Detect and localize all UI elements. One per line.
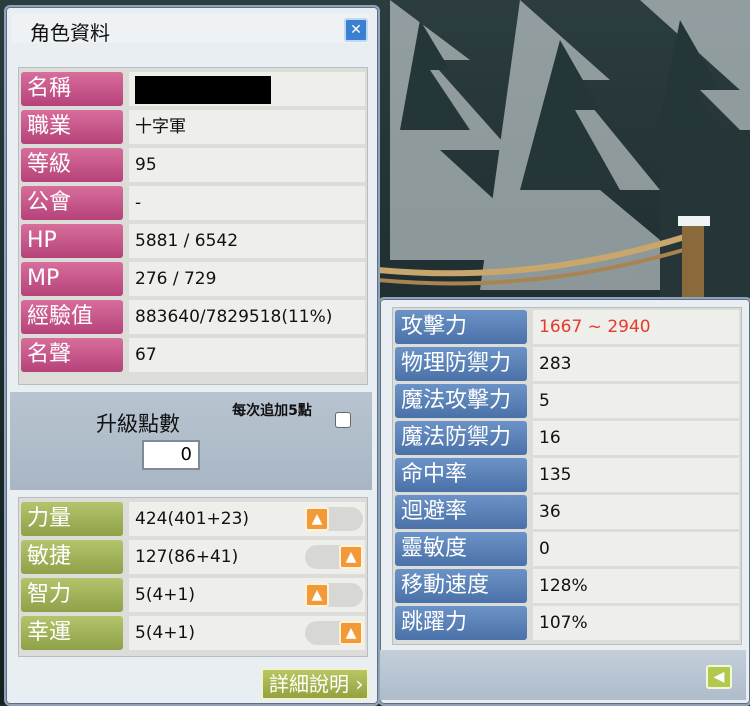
detail-stats-window: 攻擊力 1667 ~ 2940 物理防禦力 283 魔法攻擊力 5 魔法防禦力 … <box>378 297 750 706</box>
detail-row-accuracy: 命中率 135 <box>395 458 739 492</box>
info-label: 職業 <box>21 110 123 144</box>
detail-label: 魔法防禦力 <box>395 421 527 455</box>
add5-label: 每次追加5點 <box>232 403 312 419</box>
detail-label: 跳躍力 <box>395 606 527 640</box>
info-row-job: 職業 十字軍 <box>21 110 365 144</box>
info-value: 883640/7829518(11%) <box>129 300 365 334</box>
info-label: 名稱 <box>21 72 123 106</box>
detail-value: 5 <box>533 384 739 418</box>
info-label: 名聲 <box>21 338 123 372</box>
detail-button[interactable]: 詳細說明 › <box>261 668 369 700</box>
detail-stats-panel: 攻擊力 1667 ~ 2940 物理防禦力 283 魔法攻擊力 5 魔法防禦力 … <box>392 307 742 645</box>
info-row-exp: 經驗值 883640/7829518(11%) <box>21 300 365 334</box>
info-value: - <box>129 186 365 220</box>
close-icon[interactable]: ✕ <box>344 18 368 42</box>
ability-points-panel: 升級點數 0 每次追加5點 <box>10 392 372 490</box>
ability-points-value: 0 <box>142 440 200 470</box>
info-row-mp: MP 276 / 729 <box>21 262 365 296</box>
detail-value: 107% <box>533 606 739 640</box>
info-row-fame: 名聲 67 <box>21 338 365 372</box>
stat-row-int: 智力 5(4+1) ▲ <box>21 578 365 612</box>
info-value: 十字軍 <box>129 110 365 144</box>
detail-label: 命中率 <box>395 458 527 492</box>
info-row-level: 等級 95 <box>21 148 365 182</box>
info-value: 95 <box>129 148 365 182</box>
info-label: 等級 <box>21 148 123 182</box>
detail-value: 36 <box>533 495 739 529</box>
add5-checkbox[interactable] <box>335 412 351 428</box>
detail-row-speed: 移動速度 128% <box>395 569 739 603</box>
stat-label: 智力 <box>21 578 123 612</box>
info-label: MP <box>21 262 123 296</box>
info-row-name: 名稱 <box>21 72 365 106</box>
add-str-button[interactable]: ▲ <box>305 507 329 531</box>
back-arrow-icon[interactable]: ◀ <box>706 665 732 689</box>
add-int-button[interactable]: ▲ <box>305 583 329 607</box>
stat-label: 力量 <box>21 502 123 536</box>
info-row-guild: 公會 - <box>21 186 365 220</box>
detail-label: 魔法攻擊力 <box>395 384 527 418</box>
detail-value: 0 <box>533 532 739 566</box>
detail-label: 物理防禦力 <box>395 347 527 381</box>
info-value <box>129 72 365 106</box>
detail-button-label: 詳細說明 <box>269 672 349 696</box>
detail-row-hands: 靈敏度 0 <box>395 532 739 566</box>
window-title: 角色資料 <box>30 21 110 45</box>
info-label: 經驗值 <box>21 300 123 334</box>
add-luk-button[interactable]: ▲ <box>339 621 363 645</box>
redacted-name <box>135 76 271 104</box>
detail-row-jump: 跳躍力 107% <box>395 606 739 640</box>
info-row-hp: HP 5881 / 6542 <box>21 224 365 258</box>
stats-panel: 力量 424(401+23) ▲ 敏捷 127(86+41) ▲ 智力 5(4+… <box>18 497 368 657</box>
detail-row-attack: 攻擊力 1667 ~ 2940 <box>395 310 739 344</box>
detail-value: 135 <box>533 458 739 492</box>
info-value: 276 / 729 <box>129 262 365 296</box>
info-value: 5881 / 6542 <box>129 224 365 258</box>
detail-value: 16 <box>533 421 739 455</box>
detail-value: 128% <box>533 569 739 603</box>
stat-row-luk: 幸運 5(4+1) ▲ <box>21 616 365 650</box>
detail-label: 移動速度 <box>395 569 527 603</box>
detail-row-phys-def: 物理防禦力 283 <box>395 347 739 381</box>
detail-row-magic-def: 魔法防禦力 16 <box>395 421 739 455</box>
detail-label: 靈敏度 <box>395 532 527 566</box>
info-label: 公會 <box>21 186 123 220</box>
info-panel: 名稱 職業 十字軍 等級 95 公會 - HP 5881 / 6542 MP 2… <box>18 67 368 385</box>
character-info-window: 角色資料 ✕ 名稱 職業 十字軍 等級 95 公會 - HP 5881 / 65… <box>4 5 380 706</box>
stat-label: 幸運 <box>21 616 123 650</box>
detail-row-avoid: 迴避率 36 <box>395 495 739 529</box>
window-titlebar[interactable]: 角色資料 ✕ <box>12 13 370 45</box>
info-label: HP <box>21 224 123 258</box>
detail-value: 1667 ~ 2940 <box>533 310 739 344</box>
detail-label: 攻擊力 <box>395 310 527 344</box>
detail-bottom-bar: ◀ <box>380 650 746 700</box>
chevron-right-icon: › <box>355 672 364 696</box>
stat-row-str: 力量 424(401+23) ▲ <box>21 502 365 536</box>
detail-label: 迴避率 <box>395 495 527 529</box>
stat-label: 敏捷 <box>21 540 123 574</box>
detail-row-magic-atk: 魔法攻擊力 5 <box>395 384 739 418</box>
info-value: 67 <box>129 338 365 372</box>
stat-row-dex: 敏捷 127(86+41) ▲ <box>21 540 365 574</box>
add-dex-button[interactable]: ▲ <box>339 545 363 569</box>
ability-points-label: 升級點數 <box>96 412 180 436</box>
detail-value: 283 <box>533 347 739 381</box>
